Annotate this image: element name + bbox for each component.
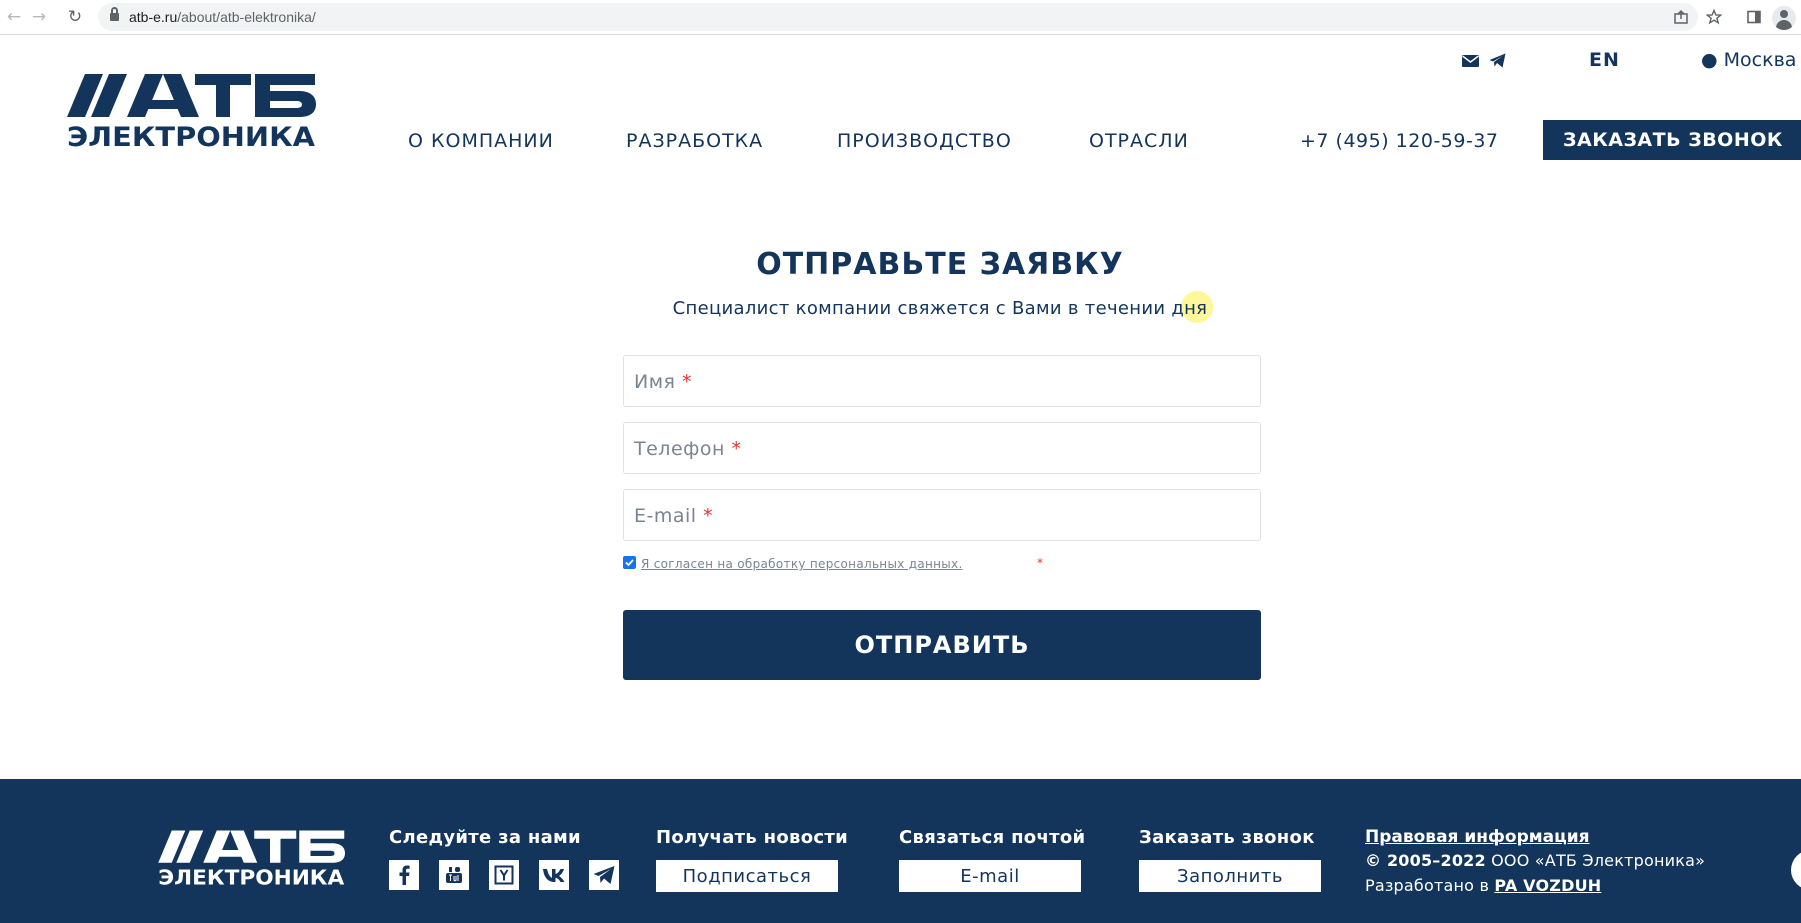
vk-icon[interactable] (539, 860, 569, 890)
forward-icon[interactable]: → (27, 5, 51, 29)
share-icon[interactable] (1670, 6, 1692, 28)
fill-callback-button[interactable]: Заполнить (1139, 860, 1321, 892)
legal-info-link[interactable]: Правовая информация (1365, 827, 1590, 847)
url-host: atb-e.ru (129, 9, 178, 25)
nav-production[interactable]: ПРОИЗВОДСТВО (837, 130, 1012, 152)
profile-avatar-icon[interactable] (1772, 6, 1796, 30)
address-bar[interactable]: atb-e.ru/about/atb-elektronika/ (98, 3, 1698, 31)
youtube-icon[interactable] (439, 860, 469, 890)
url-path: /about/atb-elektronika/ (177, 9, 316, 25)
copyright-text: © 2005–2022 ООО «АТБ Электроника» (1365, 851, 1706, 870)
news-heading: Получать новости (656, 827, 849, 848)
envelope-icon[interactable] (1462, 53, 1480, 69)
facebook-icon[interactable] (389, 860, 419, 890)
name-field[interactable]: Имя * (623, 355, 1261, 407)
svg-text:ЭЛЕКТРОНИКА: ЭЛЕКТРОНИКА (67, 122, 315, 152)
star-icon[interactable] (1703, 6, 1725, 28)
city-select[interactable]: ● Москва (1701, 49, 1796, 71)
form-subtitle: Специалист компании свяжется с Вами в те… (672, 298, 1208, 319)
telegram-icon[interactable] (1489, 53, 1507, 69)
form-title: ОТПРАВЬТЕ ЗАЯВКУ (756, 247, 1124, 282)
nav-industries[interactable]: ОТРАСЛИ (1089, 130, 1189, 152)
developer-link[interactable]: PA VOZDUH (1494, 876, 1601, 895)
consent-link[interactable]: Я согласен на обработку персональных дан… (641, 557, 963, 571)
email-button[interactable]: E-mail (899, 860, 1081, 892)
yandex-icon[interactable] (489, 860, 519, 890)
subscribe-button[interactable]: Подписаться (656, 860, 838, 892)
atb-logo[interactable]: ЭЛЕКТРОНИКА (67, 72, 317, 153)
consent-checkbox[interactable] (623, 556, 636, 569)
required-mark: * (731, 438, 742, 460)
city-label: Москва (1723, 49, 1797, 71)
phone-placeholder: Телефон * (634, 438, 742, 460)
telegram-icon[interactable] (589, 860, 619, 890)
side-panel-icon[interactable] (1743, 6, 1765, 28)
developed-by: Разработано в PA VOZDUH (1365, 876, 1602, 895)
required-mark: * (682, 371, 693, 393)
email-field[interactable]: E-mail * (623, 489, 1261, 541)
language-switch[interactable]: EN (1589, 49, 1620, 71)
callback-button[interactable]: ЗАКАЗАТЬ ЗВОНОК (1543, 120, 1801, 160)
mail-heading: Связаться почтой (899, 827, 1086, 848)
back-icon[interactable]: ← (2, 5, 26, 29)
url-text[interactable]: atb-e.ru/about/atb-elektronika/ (129, 9, 316, 25)
svg-text:ЭЛЕКТРОНИКА: ЭЛЕКТРОНИКА (158, 866, 344, 890)
call-heading: Заказать звонок (1139, 827, 1315, 848)
footer-atb-logo[interactable]: ЭЛЕКТРОНИКА (152, 829, 352, 890)
lock-icon (110, 7, 119, 22)
header-phone-link[interactable]: +7 (495) 120-59-37 (1300, 130, 1499, 152)
phone-field[interactable]: Телефон * (623, 422, 1261, 474)
name-placeholder: Имя * (634, 371, 693, 393)
submit-button[interactable]: ОТПРАВИТЬ (623, 610, 1261, 680)
email-placeholder: E-mail * (634, 505, 714, 527)
consent-required-mark: * (1037, 556, 1043, 570)
map-pin-icon: ● (1701, 49, 1718, 71)
nav-about[interactable]: О КОМПАНИИ (408, 130, 554, 152)
nav-development[interactable]: РАЗРАБОТКА (626, 130, 763, 152)
required-mark: * (703, 505, 714, 527)
browser-toolbar: ← → ↻ atb-e.ru/about/atb-elektronika/ (0, 0, 1801, 35)
follow-heading: Следуйте за нами (389, 827, 581, 848)
reload-icon[interactable]: ↻ (63, 5, 87, 29)
